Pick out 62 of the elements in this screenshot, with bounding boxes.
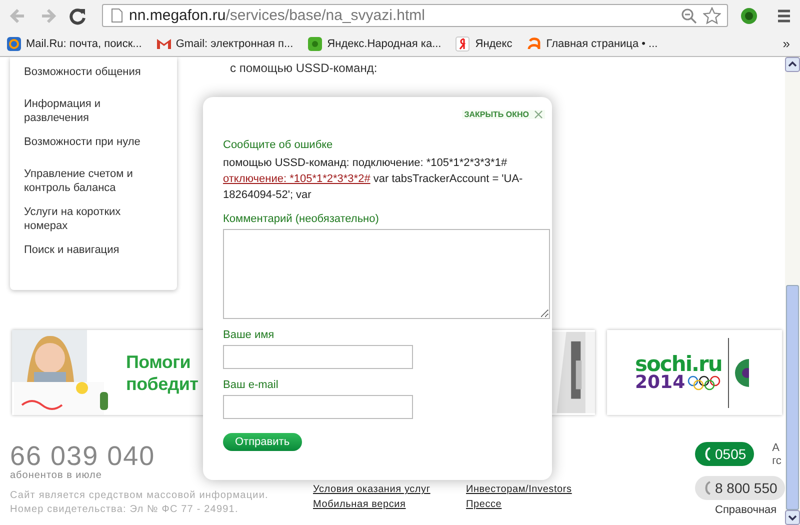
- field-label: Ваш e-mail: [223, 379, 278, 391]
- phone-icon: [703, 447, 711, 461]
- footer-link[interactable]: Инвесторам/Investors: [466, 484, 572, 495]
- footer-link[interactable]: Условия оказания услуг: [313, 484, 430, 495]
- banner[interactable]: sochi.ru 2014: [607, 330, 782, 415]
- input-field[interactable]: [223, 345, 413, 369]
- zoom-icon[interactable]: [681, 8, 697, 24]
- logo-text: sochi.ru: [635, 354, 722, 374]
- extension-icon[interactable]: [740, 6, 758, 24]
- url-text: nn.megafon.ru/services/base/na_svyazi.html: [129, 7, 425, 24]
- legal-text: Номер свидетельства: Эл № ФС 77 - 24991.: [10, 503, 240, 517]
- text-link[interactable]: отключение: *105*1*2*3*3*2#: [223, 173, 370, 185]
- logo-icon: [734, 358, 749, 386]
- field-label: Комментарий (необязательно): [223, 213, 379, 225]
- sidebar-item[interactable]: Услуги на коротких номерах: [24, 205, 167, 233]
- footer-link[interactable]: Мобильная версия: [313, 499, 406, 510]
- phone-icon: [703, 481, 711, 495]
- bookmark-icon: [6, 36, 22, 52]
- sidebar-item[interactable]: Управление счетом и контроль баланса: [24, 167, 167, 195]
- dialog-title: Сообщите об ошибке: [223, 139, 333, 151]
- bookmark-icon: [526, 36, 542, 52]
- phone-badge[interactable]: 0505: [695, 442, 754, 466]
- more-bookmarks-button[interactable]: »: [782, 36, 790, 51]
- phone-badge[interactable]: 8 800 550: [695, 476, 785, 500]
- sidebar-item[interactable]: Поиск и навигация: [24, 243, 167, 265]
- field-label: Ваше имя: [223, 329, 274, 341]
- scrollbar[interactable]: [785, 57, 800, 525]
- page-icon: [111, 8, 123, 23]
- bookmark-item[interactable]: Mail.Ru: почта, поиск...: [6, 36, 142, 52]
- address-field[interactable]: nn.megafon.ru/services/base/na_svyazi.html: [102, 4, 728, 27]
- help-text: Справочная: [715, 504, 778, 516]
- bookmark-item[interactable]: Gmail: электронная п...: [156, 36, 294, 52]
- scroll-down-icon[interactable]: [785, 510, 800, 525]
- scroll-thumb[interactable]: [786, 285, 799, 510]
- input-field[interactable]: [223, 395, 413, 419]
- banner-text: Помоги: [126, 350, 191, 372]
- bookmark-icon: [307, 36, 324, 52]
- reload-icon[interactable]: [68, 6, 88, 26]
- bookmark-item[interactable]: Яндекс: [455, 36, 512, 52]
- bookmark-item[interactable]: Яндекс.Народная ка...: [307, 36, 442, 52]
- legal-text: Сайт является средством массовой информации.: [10, 489, 270, 503]
- bookmark-item[interactable]: Главная страница • ...: [526, 36, 658, 52]
- quoted-text: помощью USSD-команд: подключение: *105*1*2*3*3*1# отключение: *105*1*2*3*3*2# var tabsTrackerAccount = 'UA-18264094-52'; var: [223, 156, 524, 203]
- sidebar-item[interactable]: Информация и развлечения: [24, 97, 167, 125]
- banner-text: победит: [126, 372, 198, 394]
- close-icon: [534, 110, 543, 119]
- bookmark-icon: [455, 36, 472, 52]
- phone-caption: гс: [772, 455, 782, 468]
- scroll-up-icon[interactable]: [785, 57, 800, 72]
- sidebar-item[interactable]: Возможности при нуле: [24, 135, 167, 157]
- subscriber-count: 66 039 040: [10, 442, 156, 470]
- sidebar-item[interactable]: Возможности общения: [24, 65, 167, 87]
- star-icon[interactable]: [703, 6, 721, 24]
- count-caption: абонентов в июле: [10, 470, 103, 481]
- menu-icon[interactable]: [776, 8, 792, 24]
- comment-field[interactable]: [223, 229, 550, 319]
- rings-icon: [687, 374, 722, 390]
- logo-text: 2014: [635, 374, 686, 392]
- close-button[interactable]: ЗАКРЫТЬ ОКНО: [462, 110, 545, 119]
- footer-link[interactable]: Прессе: [466, 499, 502, 510]
- body-text: с помощью USSD-команд:: [230, 61, 378, 75]
- phone-caption: А: [772, 442, 780, 455]
